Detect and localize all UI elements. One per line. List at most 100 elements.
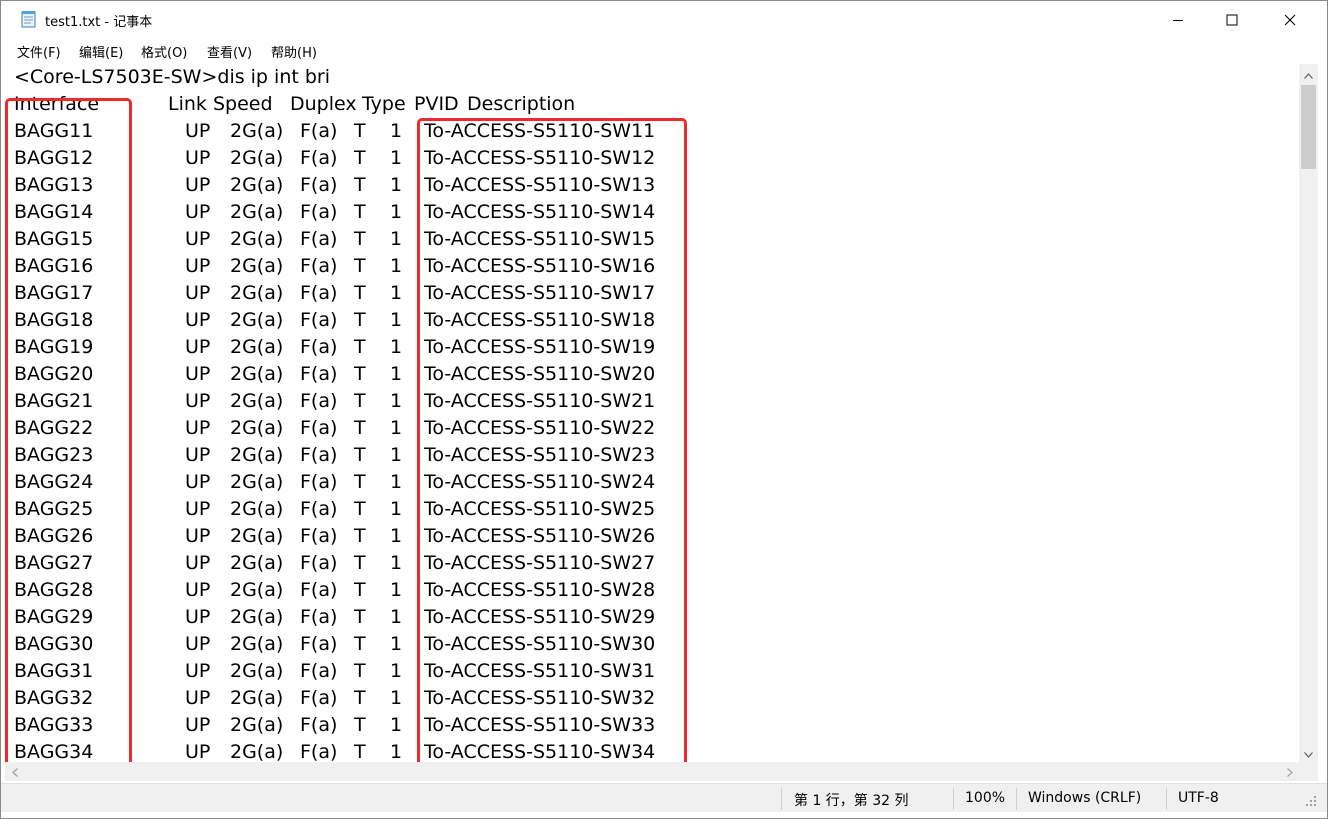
cell-pvid: 1 <box>390 282 403 304</box>
cell-duplex: F(a) <box>300 579 338 601</box>
status-divider <box>953 788 954 810</box>
cell-pvid: 1 <box>390 201 403 223</box>
cell-type: T <box>354 120 366 142</box>
cell-duplex: F(a) <box>300 417 338 439</box>
cell-type: T <box>354 741 366 762</box>
cell-duplex: F(a) <box>300 309 338 331</box>
cell-type: T <box>354 660 366 682</box>
status-zoom: 100% <box>965 790 1006 806</box>
cell-link: UP <box>185 444 211 466</box>
header-description: Description <box>467 93 576 115</box>
menu-edit[interactable]: 编辑(E) <box>79 42 123 61</box>
scroll-down-button[interactable] <box>1299 743 1318 762</box>
highlight-box-description <box>417 118 687 762</box>
vertical-scrollbar[interactable] <box>1299 64 1318 762</box>
scroll-right-button[interactable] <box>1280 762 1299 781</box>
minimize-button[interactable] <box>1149 1 1207 39</box>
highlight-box-interface <box>5 98 132 762</box>
cell-link: UP <box>185 336 211 358</box>
cell-pvid: 1 <box>390 687 403 709</box>
status-cursor-position: 第 1 行，第 32 列 <box>794 793 909 809</box>
chevron-left-icon <box>11 762 18 781</box>
cell-speed: 2G(a) <box>230 336 284 358</box>
cell-pvid: 1 <box>390 741 403 762</box>
cell-type: T <box>354 255 366 277</box>
menu-file[interactable]: 文件(F) <box>17 42 61 61</box>
cell-speed: 2G(a) <box>230 498 284 520</box>
cell-type: T <box>354 471 366 493</box>
cell-link: UP <box>185 687 211 709</box>
cell-link: UP <box>185 147 211 169</box>
close-button[interactable] <box>1261 1 1319 39</box>
cell-pvid: 1 <box>390 336 403 358</box>
cell-link: UP <box>185 714 211 736</box>
cell-pvid: 1 <box>390 525 403 547</box>
cell-type: T <box>354 687 366 709</box>
cell-duplex: F(a) <box>300 714 338 736</box>
cell-duplex: F(a) <box>300 741 338 762</box>
cell-pvid: 1 <box>390 444 403 466</box>
title-bar: test1.txt - 记事本 <box>1 1 1327 39</box>
cell-duplex: F(a) <box>300 471 338 493</box>
cell-speed: 2G(a) <box>230 201 284 223</box>
cell-link: UP <box>185 390 211 412</box>
menu-format[interactable]: 格式(O) <box>141 42 187 61</box>
notepad-icon <box>21 10 37 28</box>
status-divider <box>781 788 782 810</box>
close-icon <box>1284 11 1296 30</box>
header-type: Type <box>362 93 406 115</box>
cell-speed: 2G(a) <box>230 606 284 628</box>
cell-link: UP <box>185 309 211 331</box>
cell-speed: 2G(a) <box>230 417 284 439</box>
resize-grip-icon[interactable] <box>1304 793 1318 807</box>
cell-speed: 2G(a) <box>230 174 284 196</box>
cell-type: T <box>354 714 366 736</box>
cell-speed: 2G(a) <box>230 282 284 304</box>
scroll-up-button[interactable] <box>1299 64 1318 83</box>
cell-type: T <box>354 417 366 439</box>
cell-pvid: 1 <box>390 660 403 682</box>
cell-duplex: F(a) <box>300 606 338 628</box>
cell-link: UP <box>185 174 211 196</box>
cell-duplex: F(a) <box>300 174 338 196</box>
cell-speed: 2G(a) <box>230 471 284 493</box>
cell-type: T <box>354 174 366 196</box>
cell-pvid: 1 <box>390 471 403 493</box>
cell-type: T <box>354 336 366 358</box>
cell-duplex: F(a) <box>300 390 338 412</box>
cell-type: T <box>354 363 366 385</box>
vertical-scroll-thumb[interactable] <box>1301 85 1316 169</box>
cell-duplex: F(a) <box>300 633 338 655</box>
cell-speed: 2G(a) <box>230 363 284 385</box>
cell-speed: 2G(a) <box>230 660 284 682</box>
cell-speed: 2G(a) <box>230 579 284 601</box>
cell-pvid: 1 <box>390 120 403 142</box>
horizontal-scrollbar[interactable] <box>5 762 1299 781</box>
menu-help[interactable]: 帮助(H) <box>271 42 317 61</box>
cell-speed: 2G(a) <box>230 552 284 574</box>
cell-speed: 2G(a) <box>230 390 284 412</box>
status-line-ending: Windows (CRLF) <box>1028 790 1142 806</box>
cell-duplex: F(a) <box>300 336 338 358</box>
text-editor[interactable]: <Core-LS7503E-SW>dis ip int bri Interfac… <box>5 64 1299 762</box>
cell-pvid: 1 <box>390 633 403 655</box>
cell-link: UP <box>185 498 211 520</box>
cell-type: T <box>354 228 366 250</box>
cell-duplex: F(a) <box>300 228 338 250</box>
chevron-right-icon <box>1286 762 1293 781</box>
cell-duplex: F(a) <box>300 282 338 304</box>
cell-speed: 2G(a) <box>230 120 284 142</box>
cell-type: T <box>354 579 366 601</box>
cell-type: T <box>354 633 366 655</box>
cell-speed: 2G(a) <box>230 714 284 736</box>
cell-link: UP <box>185 228 211 250</box>
scroll-left-button[interactable] <box>5 762 24 781</box>
menu-view[interactable]: 查看(V) <box>207 42 252 61</box>
cell-duplex: F(a) <box>300 552 338 574</box>
cell-pvid: 1 <box>390 309 403 331</box>
cell-pvid: 1 <box>390 714 403 736</box>
cell-pvid: 1 <box>390 606 403 628</box>
maximize-button[interactable] <box>1203 1 1261 39</box>
scrollbar-corner <box>1299 762 1318 781</box>
cell-speed: 2G(a) <box>230 741 284 762</box>
